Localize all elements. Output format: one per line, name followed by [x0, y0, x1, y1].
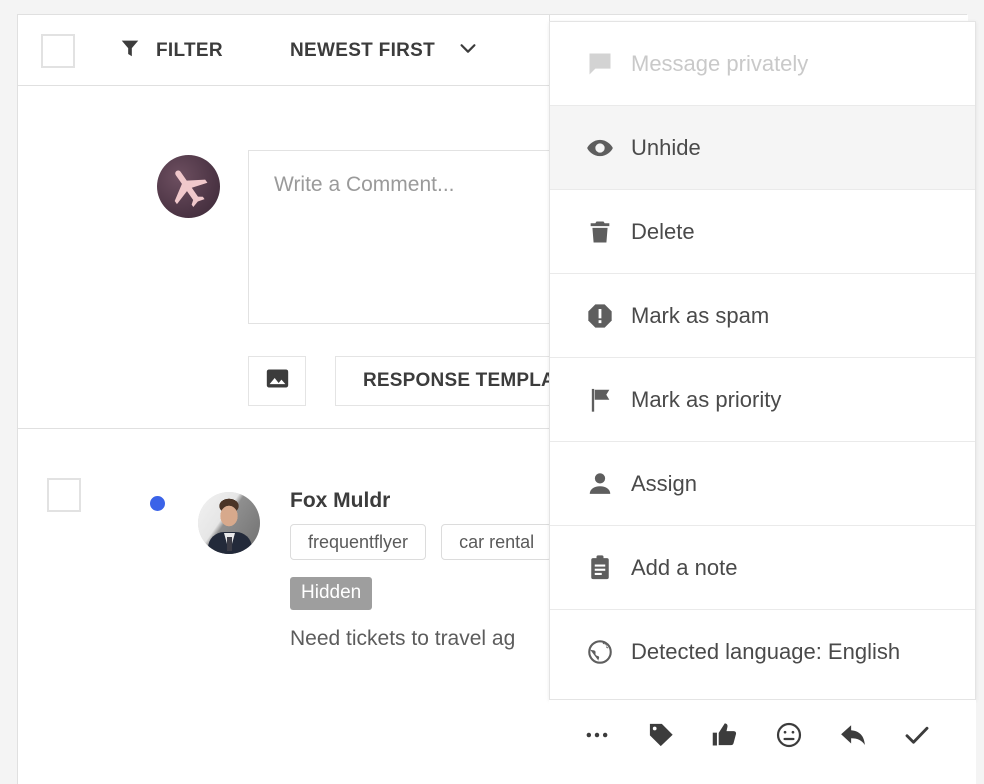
globe-icon [580, 638, 620, 666]
menu-item-add-a-note[interactable]: Add a note [550, 526, 975, 610]
alert-icon [580, 302, 620, 330]
menu-item-label: Mark as priority [631, 386, 782, 412]
menu-item-unhide[interactable]: Unhide [550, 106, 975, 190]
menu-item-label: Add a note [631, 554, 738, 580]
reply-icon [838, 720, 868, 755]
neutral-face-icon [775, 721, 803, 754]
tag-icon [647, 721, 675, 754]
menu-item-label: Mark as spam [631, 302, 770, 328]
conversation-author-name: Fox Muldr [290, 489, 391, 512]
more-button[interactable] [565, 714, 629, 760]
airplane-avatar [157, 155, 220, 218]
status-badge: Hidden [290, 577, 373, 610]
menu-item-label: Message privately [631, 50, 809, 76]
conversation-actions-menu: Message privately Unhide Delete Mark as … [549, 21, 976, 700]
filter-button[interactable]: FILTER [119, 37, 223, 64]
resolve-button[interactable] [885, 714, 949, 760]
response-template-label: RESPONSE TEMPLATE [363, 370, 579, 391]
reply-button[interactable] [821, 714, 885, 760]
menu-item-detected-language[interactable]: Detected language: English [550, 610, 975, 694]
attach-image-button[interactable] [248, 356, 306, 406]
unread-indicator-dot [150, 496, 165, 511]
like-button[interactable] [693, 714, 757, 760]
filter-icon [119, 37, 141, 64]
trash-icon [580, 218, 620, 246]
menu-item-mark-as-priority[interactable]: Mark as priority [550, 358, 975, 442]
eye-icon [580, 134, 620, 162]
sort-dropdown[interactable]: NEWEST FIRST [290, 37, 479, 64]
clipboard-icon [580, 554, 620, 582]
comment-placeholder: Write a Comment... [274, 173, 455, 196]
filter-label: FILTER [156, 39, 223, 61]
image-icon [264, 365, 291, 397]
menu-item-label: Unhide [631, 134, 701, 160]
tag-button[interactable] [629, 714, 693, 760]
sort-label: NEWEST FIRST [290, 39, 436, 61]
sentiment-button[interactable] [757, 714, 821, 760]
conversation-action-bar [549, 700, 976, 784]
menu-item-message-privately[interactable]: Message privately [550, 22, 975, 106]
thumbs-up-icon [711, 721, 739, 754]
check-icon [902, 720, 932, 755]
tag-chip[interactable]: car rental [441, 524, 553, 560]
more-horizontal-icon [583, 721, 611, 754]
flag-icon [580, 386, 620, 414]
menu-item-delete[interactable]: Delete [550, 190, 975, 274]
avatar [198, 492, 260, 554]
tag-list: frequentflyer car rental [290, 524, 553, 560]
menu-item-label: Delete [631, 218, 695, 244]
conversation-checkbox[interactable] [47, 478, 81, 512]
select-all-checkbox[interactable] [41, 34, 75, 68]
menu-item-mark-as-spam[interactable]: Mark as spam [550, 274, 975, 358]
menu-item-label: Assign [631, 470, 698, 496]
person-icon [580, 470, 620, 498]
app-root: FILTER NEWEST FIRST Write a Comment... R… [0, 0, 984, 784]
message-icon [580, 50, 620, 78]
tag-chip[interactable]: frequentflyer [290, 524, 427, 560]
conversation-snippet: Need tickets to travel ag [290, 627, 516, 650]
menu-item-assign[interactable]: Assign [550, 442, 975, 526]
menu-item-label: Detected language: English [631, 639, 901, 664]
chevron-down-icon [457, 37, 479, 64]
